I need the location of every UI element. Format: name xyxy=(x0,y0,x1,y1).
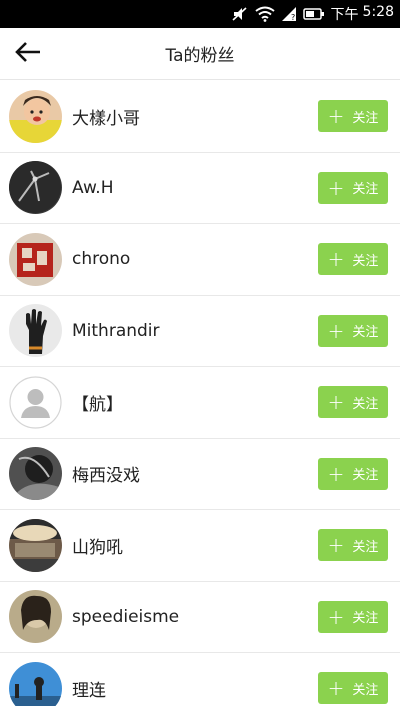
avatar[interactable] xyxy=(9,518,62,572)
follow-button-label: 关注 xyxy=(352,468,379,484)
status-period: 下午 xyxy=(330,7,359,23)
list-item[interactable]: 【航】 + 关注 xyxy=(0,367,400,439)
follower-name[interactable]: 山狗吼 xyxy=(72,533,318,558)
list-item[interactable]: chrono + 关注 xyxy=(0,224,400,296)
plus-icon: + xyxy=(327,247,345,272)
follower-name[interactable]: Aw.H xyxy=(72,178,318,198)
list-item[interactable]: 理连 + 关注 xyxy=(0,653,400,706)
avatar[interactable] xyxy=(9,232,62,286)
avatar[interactable] xyxy=(9,376,62,429)
follower-name[interactable]: 理连 xyxy=(72,676,318,701)
back-button[interactable] xyxy=(8,36,48,72)
plus-icon: + xyxy=(327,175,345,200)
follow-button[interactable]: + 关注 xyxy=(318,100,388,133)
list-item[interactable]: 大樣小哥 + 关注 xyxy=(0,81,400,153)
avatar[interactable] xyxy=(9,661,62,706)
plus-icon: + xyxy=(327,461,345,486)
signal-icon: ? xyxy=(281,0,297,28)
list-item[interactable]: Mithrandir + 关注 xyxy=(0,296,400,367)
follower-name[interactable]: 梅西没戏 xyxy=(72,461,318,486)
follow-button[interactable]: + 关注 xyxy=(318,600,388,633)
plus-icon: + xyxy=(327,104,345,129)
avatar[interactable] xyxy=(9,161,62,215)
status-bar: ? 下午 5:28 xyxy=(0,0,400,28)
follow-button-label: 关注 xyxy=(352,325,379,341)
follow-button[interactable]: + 关注 xyxy=(318,672,388,705)
plus-icon: + xyxy=(327,318,345,343)
list-item[interactable]: speedieisme + 关注 xyxy=(0,582,400,653)
follow-button-label: 关注 xyxy=(352,396,379,412)
plus-icon: + xyxy=(327,390,345,415)
followers-list: 大樣小哥 + 关注 Aw.H + 关注 chrono + 关注 Mithrand… xyxy=(0,81,400,706)
svg-text:?: ? xyxy=(291,13,295,22)
list-item[interactable]: 山狗吼 + 关注 xyxy=(0,510,400,582)
avatar[interactable] xyxy=(9,89,62,143)
avatar[interactable] xyxy=(9,447,62,501)
list-item[interactable]: 梅西没戏 + 关注 xyxy=(0,439,400,510)
plus-icon: + xyxy=(327,676,345,701)
status-clock: 5:28 xyxy=(362,4,394,20)
avatar[interactable] xyxy=(9,304,62,358)
avatar[interactable] xyxy=(9,590,62,644)
follower-name[interactable]: Mithrandir xyxy=(72,321,318,341)
page-title: Ta的粉丝 xyxy=(165,46,235,66)
follower-name[interactable]: speedieisme xyxy=(72,607,318,627)
follow-button-label: 关注 xyxy=(352,539,379,555)
follow-button-label: 关注 xyxy=(352,611,379,627)
battery-icon xyxy=(302,0,325,28)
plus-icon: + xyxy=(327,604,345,629)
follower-name[interactable]: 【航】 xyxy=(72,390,318,415)
follow-button[interactable]: + 关注 xyxy=(318,171,388,204)
follow-button-label: 关注 xyxy=(352,182,379,198)
follow-button-label: 关注 xyxy=(352,253,379,269)
follower-name[interactable]: 大樣小哥 xyxy=(72,104,318,129)
arrow-left-icon xyxy=(14,42,42,66)
status-time: 下午 5:28 xyxy=(331,4,394,24)
plus-icon: + xyxy=(327,533,345,558)
follow-button[interactable]: + 关注 xyxy=(318,243,388,276)
header-bar: Ta的粉丝 xyxy=(0,28,400,80)
follow-button[interactable]: + 关注 xyxy=(318,386,388,419)
follow-button-label: 关注 xyxy=(352,110,379,126)
follow-button[interactable]: + 关注 xyxy=(318,457,388,490)
follow-button[interactable]: + 关注 xyxy=(318,314,388,347)
follower-name[interactable]: chrono xyxy=(72,249,318,269)
list-item[interactable]: Aw.H + 关注 xyxy=(0,153,400,224)
follow-button-label: 关注 xyxy=(352,682,379,698)
wifi-icon xyxy=(254,0,275,28)
follow-button[interactable]: + 关注 xyxy=(318,529,388,562)
mute-icon xyxy=(231,0,249,28)
